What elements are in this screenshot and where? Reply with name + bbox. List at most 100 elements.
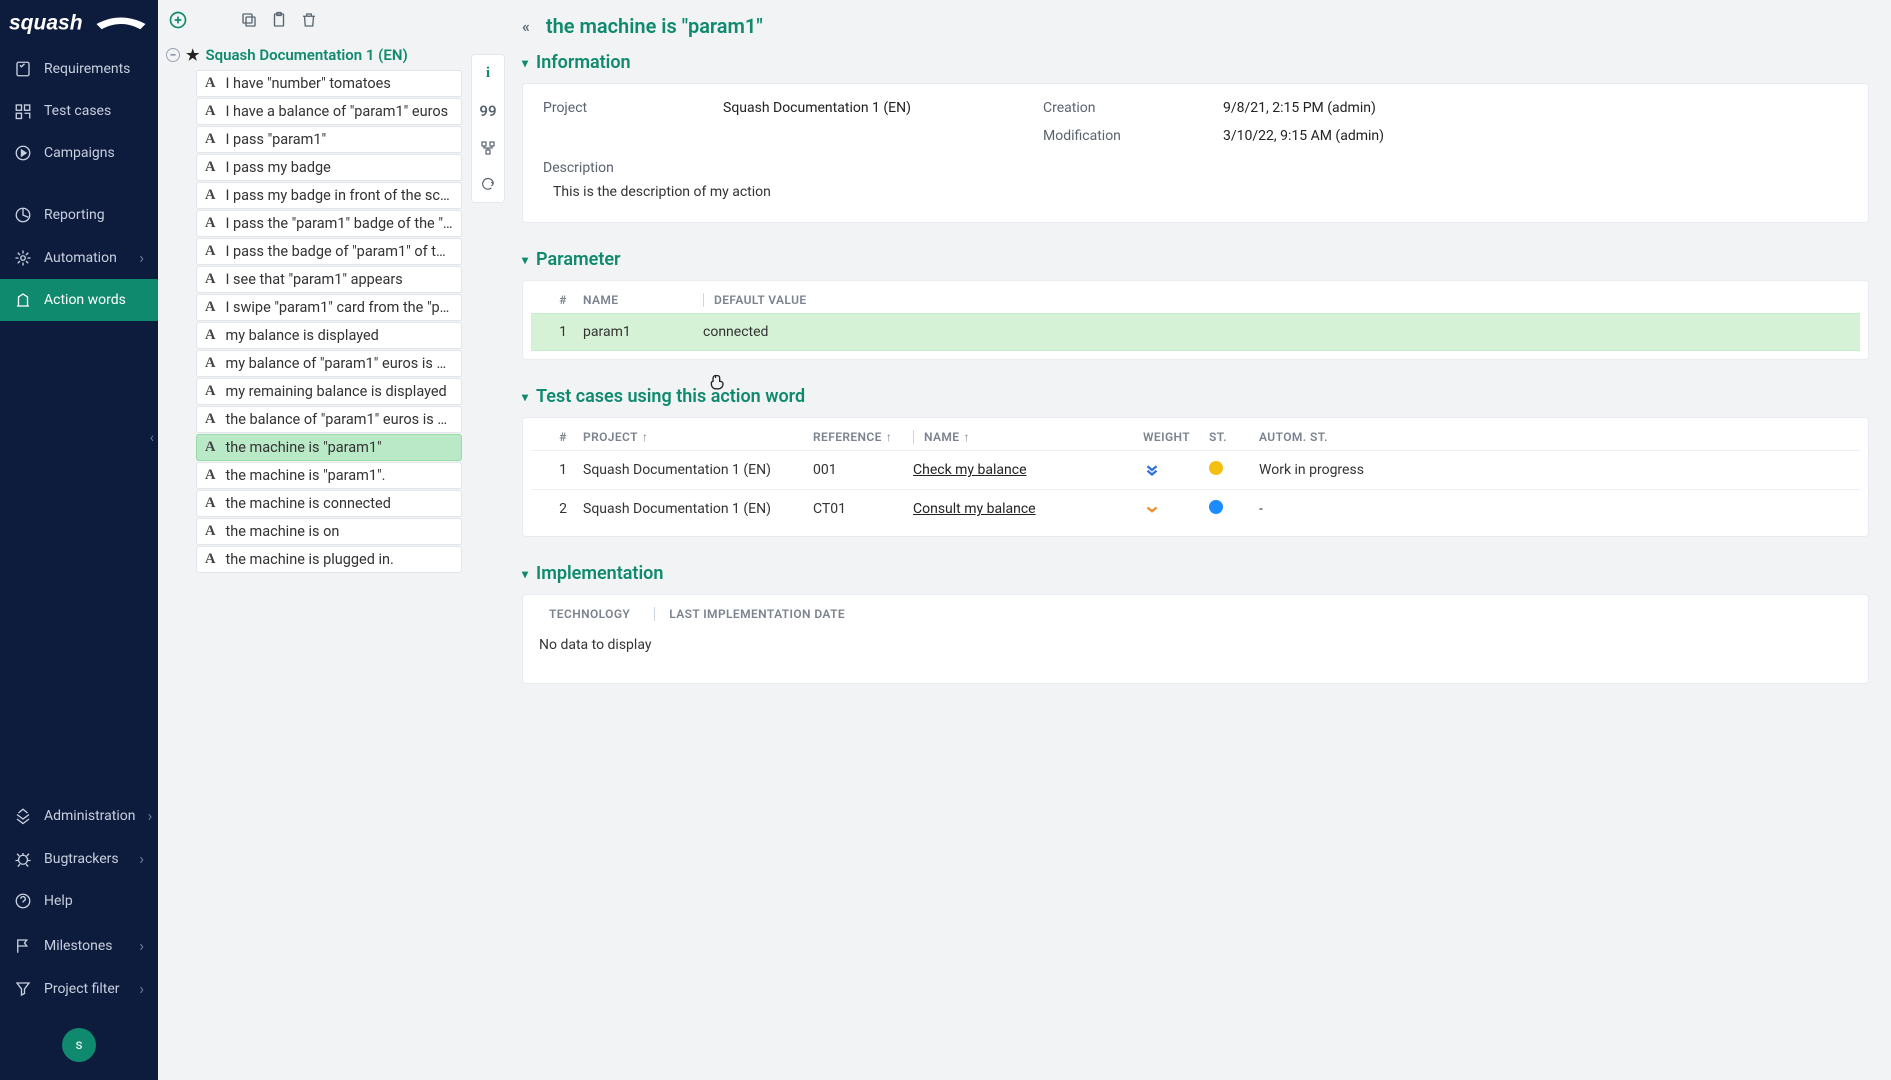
parameter-row[interactable]: 1 param1 connected — [531, 313, 1860, 351]
paste-icon[interactable] — [270, 11, 288, 29]
tree-toolbar — [158, 0, 468, 40]
col-name[interactable]: NAME↑ — [913, 430, 1143, 444]
action-glyph-icon: A — [205, 439, 215, 456]
action-glyph-icon: A — [205, 327, 215, 344]
filter-icon — [14, 980, 32, 998]
chevron-right-icon: › — [139, 979, 144, 998]
tree-item[interactable]: AI have a balance of "param1" euros — [196, 98, 462, 125]
tree-item[interactable]: Athe machine is "param1" — [196, 434, 462, 461]
section-implementation-head[interactable]: ▾ Implementation — [522, 563, 1869, 584]
tree-item[interactable]: Athe machine is "param1". — [196, 462, 462, 489]
sort-asc-icon: ↑ — [886, 430, 892, 444]
nav-actionwords[interactable]: Action words — [0, 279, 158, 321]
testcases-table: # PROJECT↑ REFERENCE↑ NAME↑ WEIGHT ST. A… — [522, 417, 1869, 537]
nav-projectfilter[interactable]: Project filter › — [0, 967, 158, 1010]
star-icon: ★ — [186, 46, 199, 64]
parameter-table: # NAME DEFAULT VALUE 1 param1 connected — [522, 280, 1869, 360]
col-autom[interactable]: AUTOM. ST. — [1259, 430, 1379, 444]
tree-item[interactable]: AI pass the badge of "param1" of the... — [196, 238, 462, 265]
tree-item[interactable]: Athe machine is plugged in. — [196, 546, 462, 573]
tree-item[interactable]: AI pass the "param1" badge of the "p... — [196, 210, 462, 237]
chevron-right-icon: › — [139, 248, 144, 267]
tree-item[interactable]: AI see that "param1" appears — [196, 266, 462, 293]
col-num[interactable]: # — [543, 293, 583, 307]
nav-administration[interactable]: Administration › — [0, 794, 158, 837]
back-icon[interactable]: « — [522, 17, 530, 36]
nav-label: Milestones — [44, 938, 113, 954]
tree-item[interactable]: Athe machine is on — [196, 518, 462, 545]
administration-icon — [14, 807, 32, 825]
copy-icon[interactable] — [240, 11, 258, 29]
tree-item[interactable]: Athe machine is connected — [196, 490, 462, 517]
cell-num: 2 — [543, 501, 583, 517]
col-project[interactable]: PROJECT↑ — [583, 430, 813, 444]
tree-item[interactable]: AI have "number" tomatoes — [196, 70, 462, 97]
tree-item[interactable]: AI swipe "param1" card from the "par... — [196, 294, 462, 321]
sidebar: squash Requirements Test cases Campaigns… — [0, 0, 158, 1080]
nav-label: Bugtrackers — [44, 851, 119, 867]
section-title: Implementation — [536, 563, 663, 584]
cell-default: connected — [703, 324, 1848, 340]
nav-reporting[interactable]: Reporting — [0, 194, 158, 236]
section-information-head[interactable]: ▾ Information — [522, 52, 1869, 73]
nav-testcases[interactable]: Test cases — [0, 90, 158, 132]
testcase-link[interactable]: Consult my balance — [913, 501, 1143, 517]
section-title: Parameter — [536, 249, 621, 270]
testcase-row[interactable]: 1Squash Documentation 1 (EN)001Check my … — [531, 450, 1860, 489]
col-weight[interactable]: WEIGHT — [1143, 430, 1209, 444]
tree-item[interactable]: Amy remaining balance is displayed — [196, 378, 462, 405]
col-technology[interactable]: TECHNOLOGY — [549, 607, 630, 621]
nav-automation[interactable]: Automation › — [0, 236, 158, 279]
col-num[interactable]: # — [543, 430, 583, 444]
usage-count-badge[interactable]: 99 — [479, 102, 496, 120]
action-glyph-icon: A — [205, 215, 215, 232]
modification-value: 3/10/22, 9:15 AM (admin) — [1223, 128, 1523, 144]
nav-help[interactable]: Help — [0, 880, 158, 922]
tree-item[interactable]: Athe balance of "param1" euros is di... — [196, 406, 462, 433]
user-avatar[interactable]: s — [62, 1028, 96, 1062]
col-st[interactable]: ST. — [1209, 430, 1259, 444]
tree-root[interactable]: − ★ Squash Documentation 1 (EN) — [162, 42, 462, 70]
action-glyph-icon: A — [205, 299, 215, 316]
action-glyph-icon: A — [205, 187, 215, 204]
col-reference[interactable]: REFERENCE↑ — [813, 430, 913, 444]
action-glyph-icon: A — [205, 383, 215, 400]
delete-icon[interactable] — [300, 11, 318, 29]
nav-milestones[interactable]: Milestones › — [0, 924, 158, 967]
nav-requirements[interactable]: Requirements — [0, 48, 158, 90]
tree-item-label: the machine is "param1" — [225, 439, 381, 456]
section-parameter: ▾ Parameter # NAME DEFAULT VALUE 1 param… — [522, 249, 1869, 360]
tree-item[interactable]: AI pass "param1" — [196, 126, 462, 153]
tree-item[interactable]: Amy balance of "param1" euros is dis... — [196, 350, 462, 377]
col-name[interactable]: NAME — [583, 293, 703, 307]
action-glyph-icon: A — [205, 411, 215, 428]
section-testcases-head[interactable]: ▾ Test cases using this action word — [522, 386, 1869, 407]
tree-item-label: my balance of "param1" euros is dis... — [225, 355, 453, 372]
actionwords-icon — [14, 291, 32, 309]
nav-bugtrackers[interactable]: Bugtrackers › — [0, 837, 158, 880]
section-parameter-head[interactable]: ▾ Parameter — [522, 249, 1869, 270]
col-last[interactable]: LAST IMPLEMENTATION DATE — [654, 607, 845, 621]
nav-campaigns[interactable]: Campaigns — [0, 132, 158, 174]
info-tab-icon[interactable]: i — [486, 65, 490, 82]
creation-label: Creation — [1043, 100, 1203, 116]
tree-item-label: I pass "param1" — [225, 131, 326, 148]
status-dot — [1209, 500, 1259, 518]
caret-down-icon: ▾ — [522, 56, 528, 70]
collapse-sidebar-icon[interactable]: ‹ — [150, 430, 154, 446]
col-default[interactable]: DEFAULT VALUE — [703, 293, 1848, 307]
nav-label: Project filter — [44, 981, 120, 997]
tree-item[interactable]: AI pass my badge in front of the scan... — [196, 182, 462, 209]
testcase-row[interactable]: 2Squash Documentation 1 (EN)CT01Consult … — [531, 489, 1860, 528]
tree-item[interactable]: AI pass my badge — [196, 154, 462, 181]
collapse-icon[interactable]: − — [166, 48, 180, 62]
weight-icon — [1143, 500, 1209, 518]
testcase-link[interactable]: Check my balance — [913, 462, 1143, 478]
sync-icon[interactable] — [480, 176, 496, 192]
tree-item[interactable]: Amy balance is displayed — [196, 322, 462, 349]
cell-autom: - — [1259, 501, 1379, 517]
main-content: « the machine is "param1" ▾ Information … — [508, 0, 1891, 1080]
add-icon[interactable] — [168, 10, 188, 30]
hierarchy-icon[interactable] — [480, 140, 496, 156]
section-implementation: ▾ Implementation TECHNOLOGY LAST IMPLEME… — [522, 563, 1869, 684]
